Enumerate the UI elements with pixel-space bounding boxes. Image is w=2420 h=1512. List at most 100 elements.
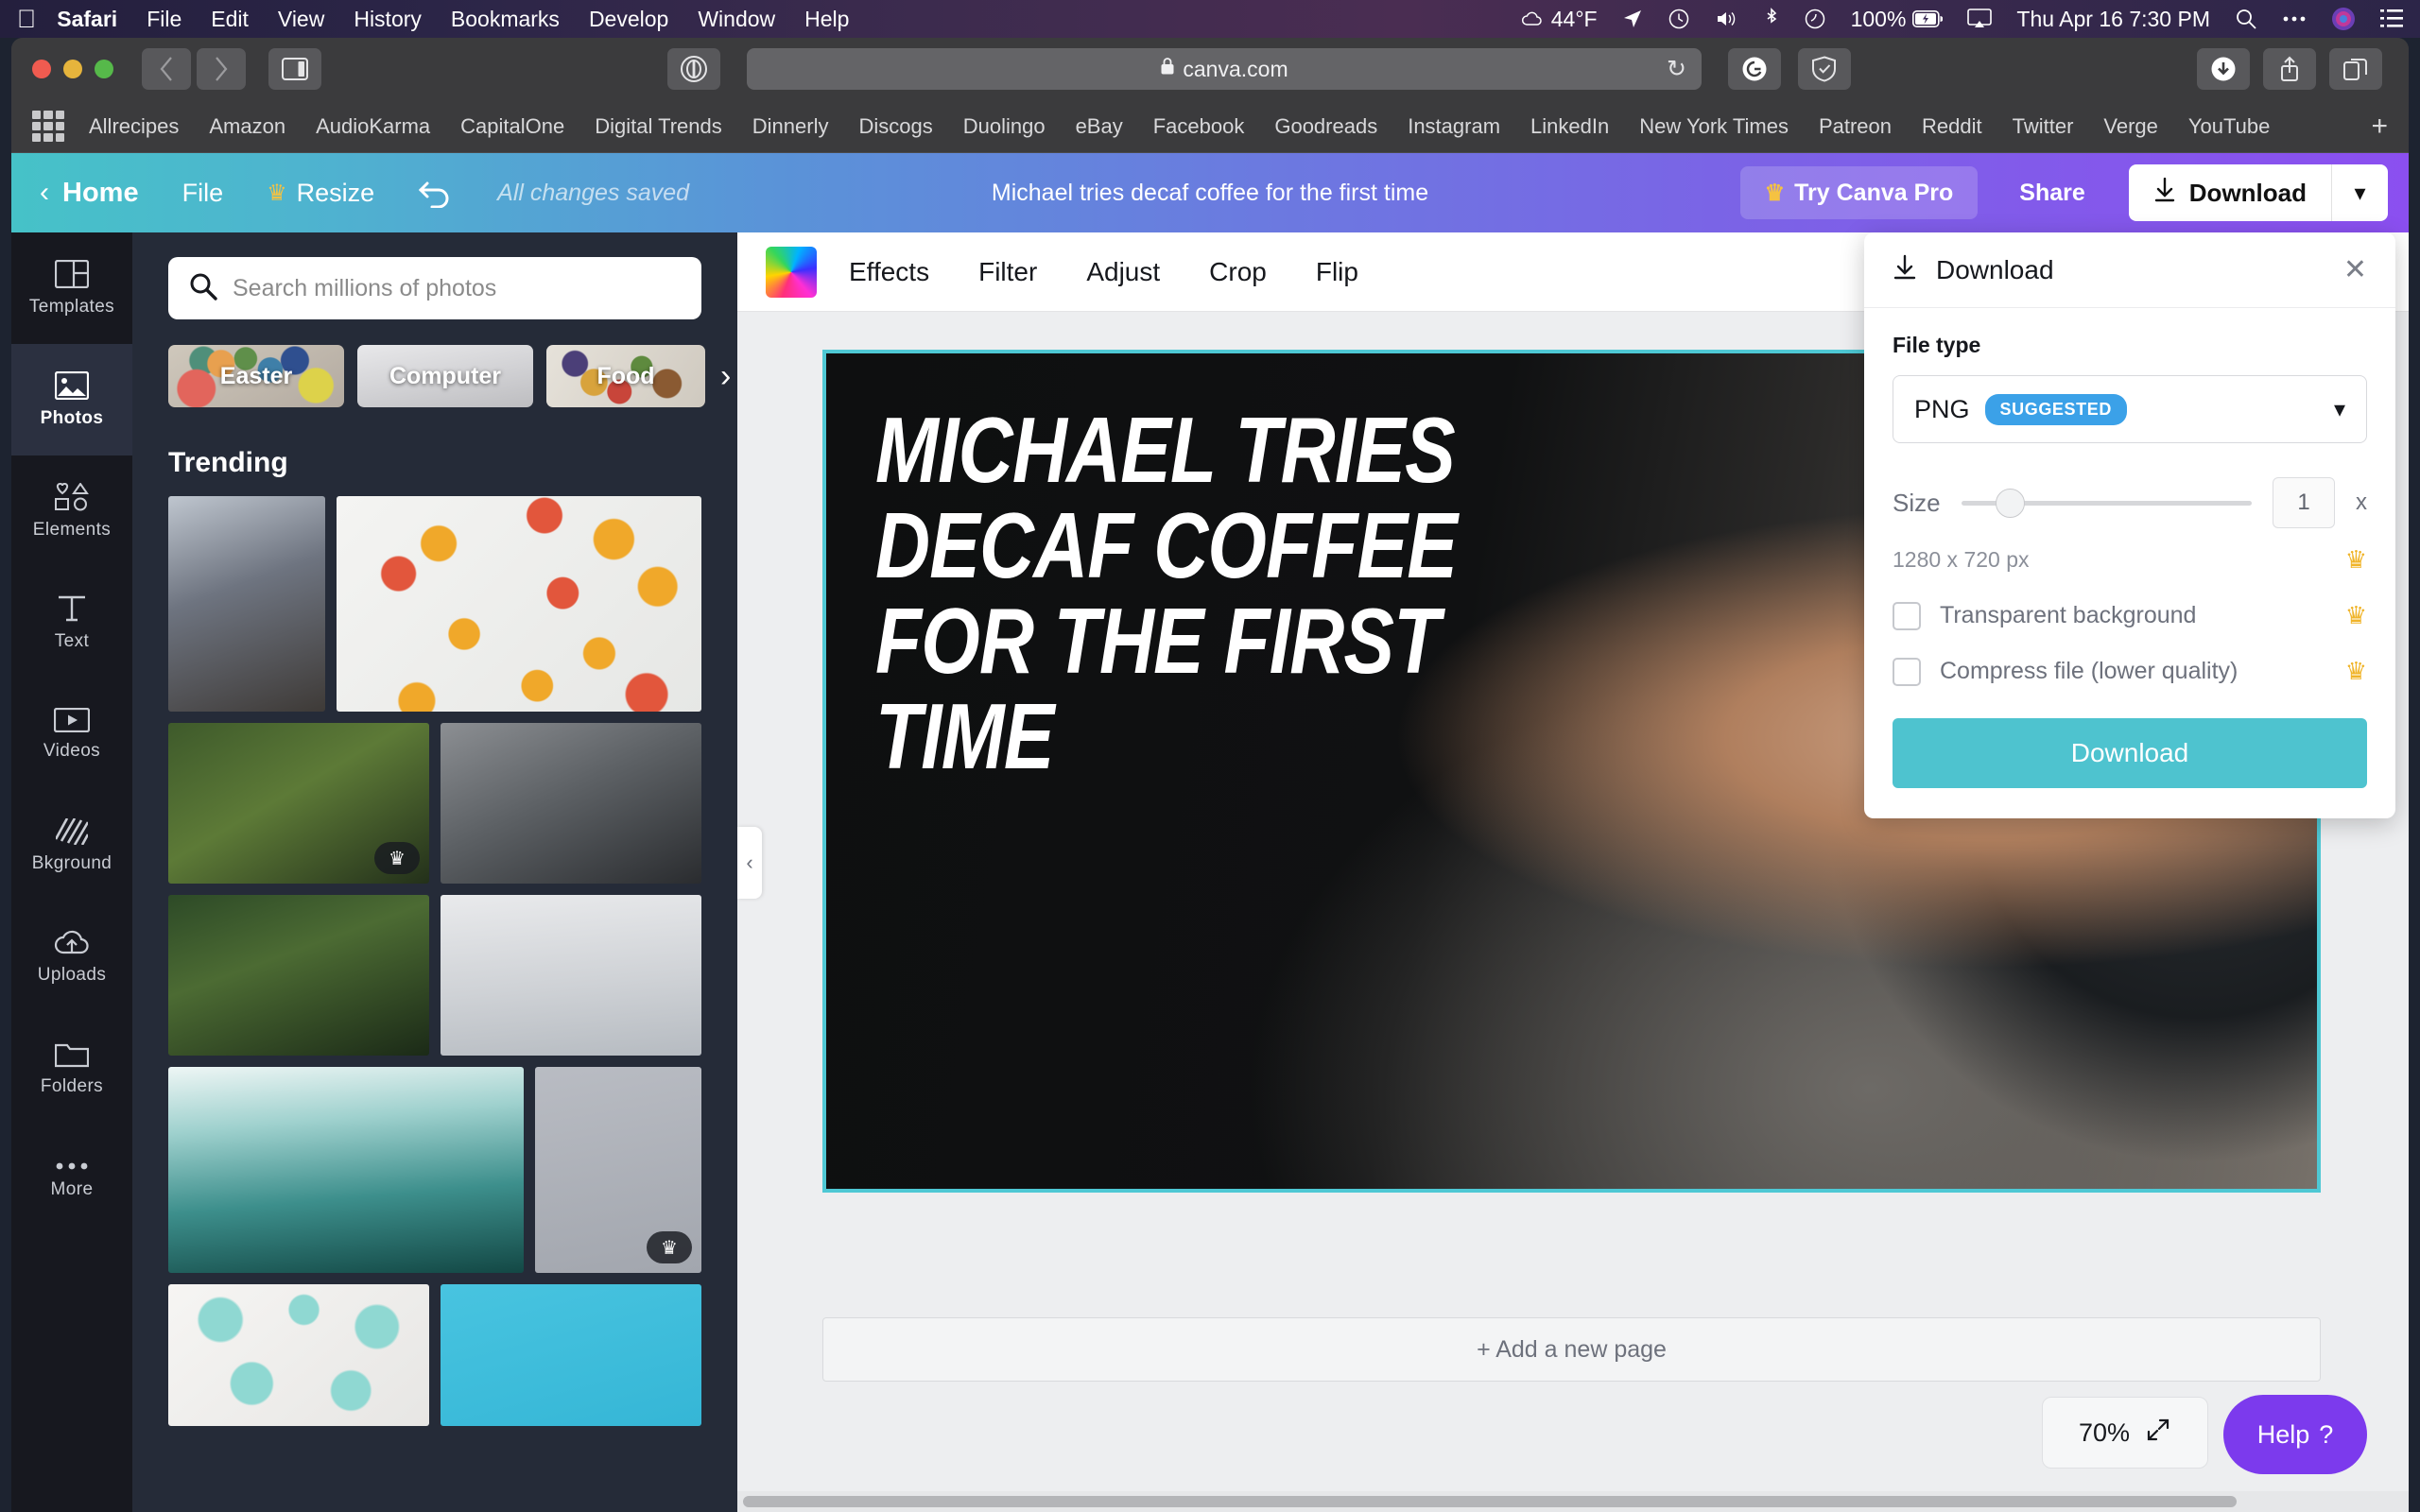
favorites-grid-icon[interactable]: [32, 110, 64, 143]
apple-icon[interactable]: : [17, 6, 36, 32]
share-button[interactable]: Share: [1991, 166, 2113, 219]
sidebar-icon[interactable]: [268, 48, 321, 90]
time-machine-icon[interactable]: [1668, 8, 1690, 30]
back-button[interactable]: [142, 48, 191, 90]
photo-thumb-woman-laptop[interactable]: [168, 496, 325, 712]
menu-item-develop[interactable]: Develop: [589, 7, 668, 32]
menu-item-file[interactable]: File: [147, 7, 182, 32]
download-confirm-button[interactable]: Download: [1893, 718, 2367, 788]
menu-item-history[interactable]: History: [354, 7, 422, 32]
bookmark-patreon[interactable]: Patreon: [1819, 114, 1892, 139]
tab-flip[interactable]: Flip: [1316, 257, 1358, 287]
try-canva-pro-button[interactable]: ♛ Try Canva Pro: [1739, 166, 1979, 219]
sidebar-item-elements[interactable]: Elements: [11, 455, 132, 567]
menubar-clock[interactable]: Thu Apr 16 7:30 PM: [2016, 7, 2210, 32]
scrollbar-thumb[interactable]: [743, 1496, 2237, 1507]
chevron-down-icon[interactable]: ▾: [2331, 164, 2388, 221]
search-icon[interactable]: [2235, 8, 2257, 30]
menu-item-safari[interactable]: Safari: [57, 7, 117, 32]
sidebar-item-photos[interactable]: Photos: [11, 344, 132, 455]
photo-thumb-hand-leaves[interactable]: ♛: [168, 723, 429, 884]
bookmark-instagram[interactable]: Instagram: [1408, 114, 1500, 139]
file-menu[interactable]: File: [182, 179, 224, 208]
bookmark-duolingo[interactable]: Duolingo: [963, 114, 1046, 139]
sidebar-item-templates[interactable]: Templates: [11, 232, 132, 344]
horizontal-scrollbar[interactable]: [737, 1491, 2409, 1512]
sidebar-item-text[interactable]: Text: [11, 567, 132, 679]
category-chip-easter[interactable]: Easter: [168, 345, 344, 407]
tab-crop[interactable]: Crop: [1209, 257, 1267, 287]
photo-thumb-meeting[interactable]: [441, 895, 701, 1056]
tab-effects[interactable]: Effects: [849, 257, 929, 287]
file-type-select[interactable]: PNG SUGGESTED ▾: [1893, 375, 2367, 443]
location-arrow-icon[interactable]: [1622, 9, 1643, 29]
dropbox-icon[interactable]: [1804, 8, 1826, 30]
zoom-button[interactable]: [95, 60, 113, 78]
bookmark-digital-trends[interactable]: Digital Trends: [595, 114, 722, 139]
bookmark-capitalone[interactable]: CapitalOne: [460, 114, 564, 139]
minimize-button[interactable]: [63, 60, 82, 78]
forward-button[interactable]: [197, 48, 246, 90]
grammarly-icon[interactable]: [1728, 48, 1781, 90]
bookmark-allrecipes[interactable]: Allrecipes: [89, 114, 179, 139]
url-bar[interactable]: canva.com ↻: [747, 48, 1702, 90]
battery-status[interactable]: 100%: [1851, 7, 1944, 32]
menu-item-edit[interactable]: Edit: [211, 7, 249, 32]
menu-item-help[interactable]: Help: [804, 7, 849, 32]
airplay-icon[interactable]: [1967, 9, 1993, 29]
bookmark-reddit[interactable]: Reddit: [1922, 114, 1982, 139]
headline-text[interactable]: MICHAEL TRIES DECAF COFFEE FOR THE FIRST…: [875, 403, 1464, 784]
bookmark-amazon[interactable]: Amazon: [209, 114, 285, 139]
bookmark-twitter[interactable]: Twitter: [2013, 114, 2074, 139]
bookmark-audiokarma[interactable]: AudioKarma: [316, 114, 430, 139]
share-icon[interactable]: [2263, 48, 2316, 90]
weather-status[interactable]: 44°F: [1520, 7, 1598, 32]
notification-center-icon[interactable]: [2380, 9, 2403, 29]
size-multiplier-input[interactable]: 1: [2273, 477, 2335, 528]
sidebar-item-folders[interactable]: Folders: [11, 1013, 132, 1125]
close-icon[interactable]: ✕: [2343, 253, 2367, 286]
photo-thumb-cake-slices[interactable]: [168, 1284, 429, 1426]
compress-file-row[interactable]: Compress file (lower quality) ♛: [1893, 657, 2367, 686]
shield-icon[interactable]: [1798, 48, 1851, 90]
bookmark-facebook[interactable]: Facebook: [1153, 114, 1245, 139]
transparent-background-row[interactable]: Transparent background ♛: [1893, 601, 2367, 630]
download-button[interactable]: Download: [2129, 164, 2331, 221]
home-button[interactable]: ‹ Home: [40, 177, 139, 209]
bookmark-linkedin[interactable]: LinkedIn: [1530, 114, 1609, 139]
sidebar-item-uploads[interactable]: Uploads: [11, 902, 132, 1013]
reader-icon[interactable]: [667, 48, 720, 90]
photo-thumb-weightlifting[interactable]: [441, 723, 701, 884]
reload-icon[interactable]: ↻: [1667, 55, 1686, 83]
bookmark-verge[interactable]: Verge: [2103, 114, 2158, 139]
sidebar-item-bkground[interactable]: Bkground: [11, 790, 132, 902]
bookmark-goodreads[interactable]: Goodreads: [1274, 114, 1377, 139]
menu-item-window[interactable]: Window: [698, 7, 775, 32]
close-button[interactable]: [32, 60, 51, 78]
photo-thumb-dog-forest[interactable]: [168, 895, 429, 1056]
menu-item-view[interactable]: View: [278, 7, 324, 32]
control-center-icon[interactable]: [2282, 15, 2307, 23]
bookmark-youtube[interactable]: YouTube: [2188, 114, 2270, 139]
resize-button[interactable]: ♛ Resize: [267, 179, 374, 208]
size-slider[interactable]: [1961, 488, 2252, 518]
sidebar-item-videos[interactable]: Videos: [11, 679, 132, 790]
add-new-page-button[interactable]: + Add a new page: [822, 1317, 2321, 1382]
photo-thumb-citrus-marble[interactable]: [337, 496, 701, 712]
chevron-right-icon[interactable]: ›: [720, 358, 731, 395]
transparent-background-checkbox[interactable]: [1893, 601, 1921, 630]
expand-icon[interactable]: [2145, 1417, 2171, 1450]
bookmark-dinnerly[interactable]: Dinnerly: [752, 114, 829, 139]
undo-button[interactable]: [418, 178, 454, 208]
color-swatch-icon[interactable]: [766, 246, 817, 298]
document-title[interactable]: Michael tries decaf coffee for the first…: [992, 180, 1428, 207]
tab-filter[interactable]: Filter: [978, 257, 1037, 287]
category-chip-computer[interactable]: Computer: [357, 345, 533, 407]
siri-icon[interactable]: [2331, 7, 2356, 31]
photo-thumb-fish-flatlay[interactable]: [441, 1284, 701, 1426]
bookmark-new-york-times[interactable]: New York Times: [1639, 114, 1789, 139]
slider-knob[interactable]: [1996, 488, 2026, 518]
panel-collapse-handle[interactable]: ‹: [737, 827, 762, 899]
search-input[interactable]: Search millions of photos: [168, 257, 701, 319]
category-chip-food[interactable]: Food: [546, 345, 705, 407]
